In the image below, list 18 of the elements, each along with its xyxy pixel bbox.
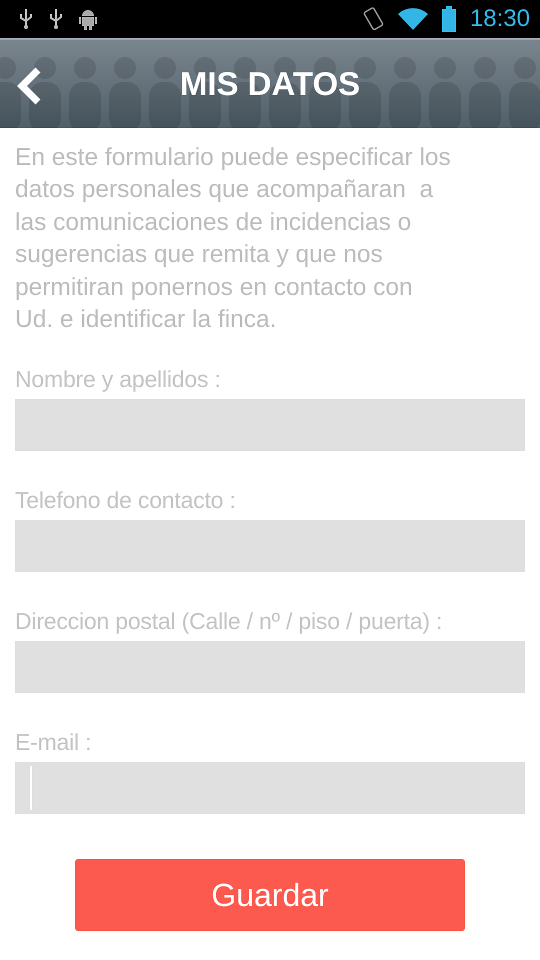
input-field[interactable] xyxy=(15,399,525,452)
android-icon xyxy=(78,8,98,30)
input-field[interactable] xyxy=(15,762,525,814)
save-button[interactable]: Guardar xyxy=(75,859,465,932)
vibrate-icon xyxy=(362,5,384,33)
battery-icon xyxy=(442,6,456,32)
field-label: E-mail : xyxy=(15,729,92,756)
field-label: Telefono de contacto : xyxy=(15,487,237,514)
field-label: Direccion postal (Calle / nº / piso / puerta) : xyxy=(15,608,444,636)
usb-icon xyxy=(48,8,64,30)
input-field[interactable] xyxy=(15,641,525,694)
field-label: Nombre y apellidos : xyxy=(15,366,222,394)
usb-icon xyxy=(18,8,34,30)
screen-title: MIS DATOS xyxy=(180,65,360,103)
intro-paragraph: En este formulario puede especificar los datos personales que acompañaran a las comunicaciones de incidencias o sugerencias que remita y que nos permitiran ponernos en contacto con Ud. e identificar la finca. xyxy=(15,143,452,336)
wifi-icon xyxy=(398,7,428,31)
clock-time: 18:30 xyxy=(470,5,530,33)
input-field[interactable] xyxy=(15,520,525,572)
